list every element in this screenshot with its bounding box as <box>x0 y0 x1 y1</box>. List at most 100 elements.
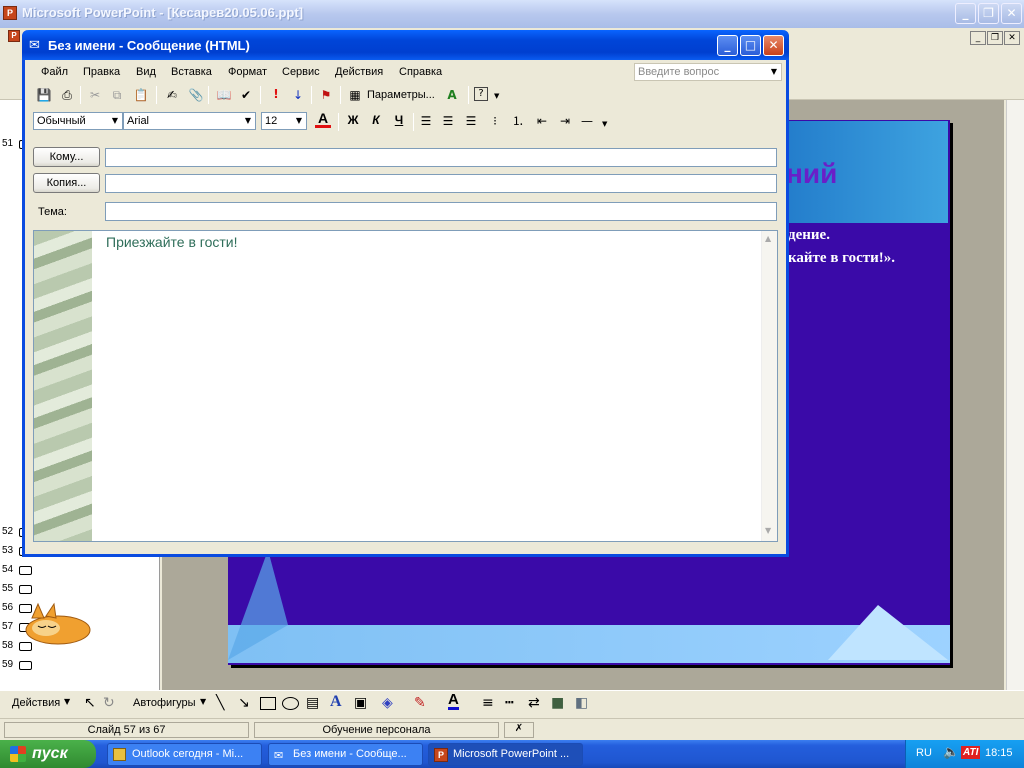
check-names-icon[interactable]: ✍ <box>164 87 180 103</box>
dash-style-icon[interactable]: ┅ <box>505 695 513 711</box>
slide-vertical-scrollbar[interactable]: ▲ ▼ <box>1006 100 1024 760</box>
decrease-indent-icon[interactable]: ⇤ <box>534 113 550 129</box>
line-icon[interactable]: ╲ <box>216 695 224 711</box>
envelope-icon[interactable]: ✉ <box>29 38 40 53</box>
taskbar-item-message[interactable]: ✉ Без имени - Сообще... <box>268 743 423 766</box>
autoshapes-menu-button[interactable]: Автофигуры <box>133 697 196 709</box>
dropdown-arrow-icon[interactable]: ▼ <box>200 697 206 706</box>
address-book-icon[interactable]: 📖 <box>216 87 232 103</box>
low-importance-icon[interactable]: ↓ <box>290 87 306 103</box>
dropdown-arrow-icon[interactable]: ▼ <box>767 64 781 80</box>
save-icon[interactable]: 💾 <box>36 87 52 103</box>
body-scrollbar[interactable]: ▲ ▼ <box>761 231 777 541</box>
scroll-down-icon[interactable]: ▼ <box>765 526 771 535</box>
doc-restore-icon[interactable]: ❐ <box>987 31 1003 45</box>
menu-file[interactable]: Файл <box>41 66 68 78</box>
cc-field[interactable] <box>105 174 777 193</box>
underline-button[interactable]: Ч <box>391 113 407 129</box>
shadow-icon[interactable]: ■ <box>551 695 564 711</box>
ask-question-box[interactable]: Введите вопрос ▼ <box>634 63 782 81</box>
powerpoint-app-icon[interactable]: P <box>3 6 17 20</box>
fill-color-icon[interactable]: ◈ <box>382 695 393 711</box>
align-left-icon[interactable]: ☰ <box>418 113 434 129</box>
office-assistant-cat-icon[interactable] <box>24 600 92 648</box>
dropdown-arrow-icon[interactable]: ▼ <box>494 92 499 100</box>
to-button[interactable]: Кому... <box>33 147 100 167</box>
message-title-bar[interactable]: ✉ Без имени - Сообщение (HTML) _ □ ✕ <box>22 30 789 60</box>
increase-indent-icon[interactable]: ⇥ <box>557 113 573 129</box>
menu-format[interactable]: Формат <box>228 66 267 78</box>
slide-thumb-icon[interactable] <box>19 661 32 670</box>
doc-close-icon[interactable]: ✕ <box>1004 31 1020 45</box>
high-importance-icon[interactable]: ! <box>268 86 284 102</box>
dropdown-arrow-icon[interactable]: ▼ <box>292 113 306 129</box>
help-icon[interactable]: ? <box>474 87 488 101</box>
print-icon[interactable]: ⎙ <box>59 87 75 103</box>
font-select[interactable]: Arial ▼ <box>123 112 256 130</box>
document-icon[interactable]: P <box>8 30 20 42</box>
dropdown-arrow-icon[interactable]: ▼ <box>108 113 122 129</box>
minimize-icon[interactable]: _ <box>955 3 976 24</box>
oval-icon[interactable] <box>282 697 299 710</box>
attach-icon[interactable]: 📎 <box>188 87 204 103</box>
slide-thumb-icon[interactable] <box>19 566 32 575</box>
dropdown-arrow-icon[interactable]: ▼ <box>64 697 70 706</box>
dropdown-arrow-icon[interactable]: ▼ <box>602 120 607 128</box>
scroll-up-icon[interactable]: ▲ <box>765 234 771 243</box>
align-center-icon[interactable]: ☰ <box>440 113 456 129</box>
textbox-icon[interactable]: ▤ <box>306 695 319 711</box>
line-style-icon[interactable]: ≡ <box>482 695 494 711</box>
options-button[interactable]: Параметры... <box>367 89 435 101</box>
menu-insert[interactable]: Вставка <box>171 66 212 78</box>
start-button[interactable]: пуск <box>0 740 96 768</box>
line-color-icon[interactable]: ✎ <box>414 695 426 711</box>
minimize-icon[interactable]: _ <box>717 35 738 56</box>
speaker-icon[interactable]: 🔈 <box>943 745 959 760</box>
wordart-icon[interactable]: A <box>330 693 342 711</box>
maximize-icon[interactable]: □ <box>740 35 761 56</box>
font-size-icon[interactable]: A <box>444 87 460 103</box>
pointer-icon[interactable]: ↖ <box>84 695 96 711</box>
bold-button[interactable]: Ж <box>345 113 361 129</box>
rotate-icon[interactable]: ↻ <box>103 695 115 711</box>
subject-field[interactable] <box>105 202 777 221</box>
options-icon[interactable]: ▦ <box>347 87 363 103</box>
restore-icon[interactable]: ❐ <box>978 3 999 24</box>
font-color-icon[interactable]: A <box>315 111 331 128</box>
message-body[interactable]: Приезжайте в гости! ▲ ▼ <box>33 230 778 542</box>
arrow-icon[interactable]: ↘ <box>238 695 250 711</box>
close-icon[interactable]: ✕ <box>763 35 784 56</box>
close-icon[interactable]: ✕ <box>1001 3 1022 24</box>
font-color-icon[interactable]: A <box>448 692 459 710</box>
taskbar-item-powerpoint[interactable]: P Microsoft PowerPoint ... <box>428 743 583 766</box>
menu-actions[interactable]: Действия <box>335 66 383 78</box>
menu-view[interactable]: Вид <box>136 66 156 78</box>
slide-thumb-icon[interactable] <box>19 585 32 594</box>
check-names-small-icon[interactable]: ✔ <box>238 87 254 103</box>
doc-minimize-icon[interactable]: _ <box>970 31 986 45</box>
cut-icon[interactable]: ✂ <box>87 87 103 103</box>
to-field[interactable] <box>105 148 777 167</box>
paste-icon[interactable]: 📋 <box>133 87 149 103</box>
flag-icon[interactable]: ⚑ <box>318 87 334 103</box>
align-right-icon[interactable]: ☰ <box>463 113 479 129</box>
cc-button[interactable]: Копия... <box>33 173 100 193</box>
3d-icon[interactable]: ◧ <box>575 695 588 711</box>
menu-tools[interactable]: Сервис <box>282 66 320 78</box>
message-body-text[interactable]: Приезжайте в гости! <box>106 234 238 250</box>
menu-edit[interactable]: Правка <box>83 66 120 78</box>
ati-icon[interactable]: ATI <box>961 746 981 759</box>
clipart-icon[interactable]: ▣ <box>354 695 367 711</box>
numbering-icon[interactable]: ⒈ <box>510 113 526 129</box>
taskbar-item-outlook[interactable]: Outlook сегодня - Mi... <box>107 743 262 766</box>
style-select[interactable]: Обычный ▼ <box>33 112 123 130</box>
language-indicator[interactable]: RU <box>916 747 932 759</box>
horizontal-line-icon[interactable]: — <box>579 113 595 129</box>
copy-icon[interactable]: ⧉ <box>109 87 125 103</box>
actions-menu-button[interactable]: Действия <box>12 697 60 709</box>
spelling-status-icon[interactable]: ✗ <box>504 722 534 738</box>
bullets-icon[interactable]: ⁝ <box>487 113 503 129</box>
menu-help[interactable]: Справка <box>399 66 442 78</box>
arrow-style-icon[interactable]: ⇄ <box>528 695 540 711</box>
dropdown-arrow-icon[interactable]: ▼ <box>241 113 255 129</box>
